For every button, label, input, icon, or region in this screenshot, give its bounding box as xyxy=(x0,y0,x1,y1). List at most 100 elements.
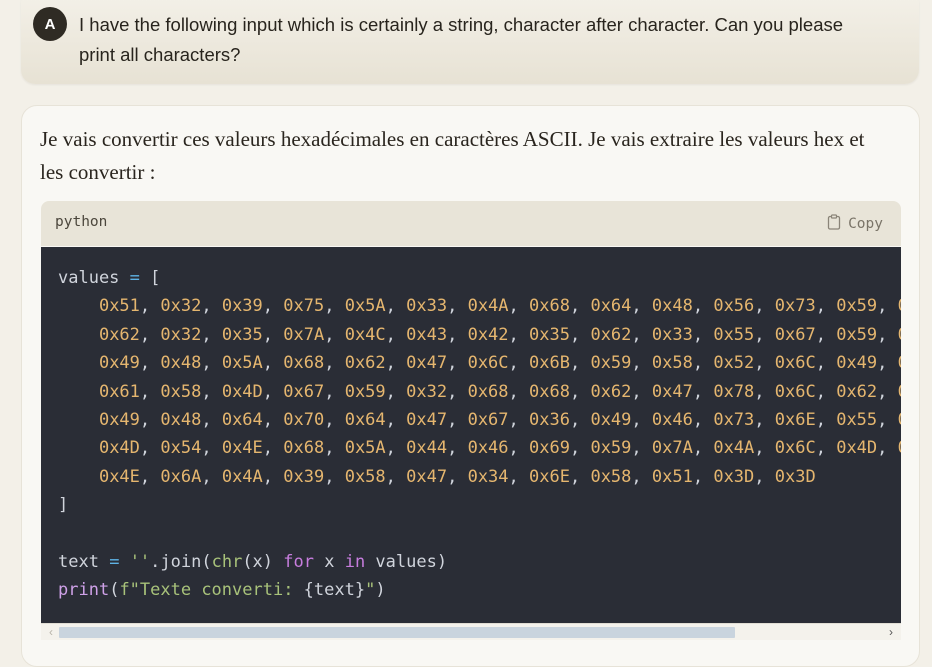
code-language-label: python xyxy=(55,214,108,230)
hex-value: 0x5A xyxy=(221,353,263,374)
copy-button[interactable]: Copy xyxy=(827,214,883,234)
hex-value: 0x6C xyxy=(774,353,816,374)
horizontal-scrollbar[interactable]: ‹ › xyxy=(41,623,901,640)
hex-row: 0x61, 0x58, 0x4D, 0x67, 0x59, 0x32, 0x68… xyxy=(58,382,901,402)
hex-value: 0x64 xyxy=(590,296,632,317)
print-line: print(f"Texte converti: {text}") xyxy=(58,580,386,601)
hex-value: 0x56 xyxy=(713,296,755,317)
hex-value: 0x33 xyxy=(651,324,693,345)
hex-value: 0x42 xyxy=(467,324,509,345)
scroll-right-icon[interactable]: › xyxy=(883,624,899,640)
hex-value: 0x54 xyxy=(160,438,202,459)
assistant-intro-text: Je vais convertir ces valeurs hexadécima… xyxy=(40,127,865,184)
hex-value: 0x49 xyxy=(836,353,878,374)
hex-value: 0 xyxy=(898,296,901,316)
hex-value: 0x73 xyxy=(713,410,755,431)
hex-value: 0x70 xyxy=(283,410,325,431)
hex-value: 0x59 xyxy=(590,438,632,459)
hex-value: 0x47 xyxy=(406,410,448,431)
hex-value: 0x7A xyxy=(651,438,693,459)
hex-value: 0x52 xyxy=(713,353,755,374)
assistant-message: Je vais convertir ces valeurs hexadécima… xyxy=(21,105,920,667)
hex-value: 0x49 xyxy=(98,353,140,374)
hex-value: 0x68 xyxy=(529,296,570,317)
hex-value: 0x4A xyxy=(467,296,509,317)
hex-value: 0x58 xyxy=(590,466,632,487)
hex-value: 0 xyxy=(898,410,901,430)
hex-value: 0x5A xyxy=(344,438,386,459)
hex-value: 0x3D xyxy=(774,466,816,487)
hex-value: 0x34 xyxy=(467,466,509,487)
hex-value: 0x61 xyxy=(98,381,140,402)
hex-value: 0x67 xyxy=(774,324,816,345)
hex-value: 0x3D xyxy=(713,466,755,487)
hex-value: 0x4D xyxy=(98,438,140,459)
user-message: A I have the following input which is ce… xyxy=(21,0,919,84)
hex-value: 0x67 xyxy=(283,381,325,402)
hex-value: 0x4D xyxy=(836,438,878,459)
hex-value: 0x49 xyxy=(590,410,632,431)
hex-value: 0x59 xyxy=(836,296,878,317)
hex-value: 0x67 xyxy=(467,410,509,431)
hex-value: 0x6B xyxy=(529,353,570,374)
hex-value: 0x46 xyxy=(651,410,693,431)
hex-value: 0x62 xyxy=(344,353,386,374)
hex-value: 0x32 xyxy=(406,381,448,402)
scrollbar-thumb[interactable] xyxy=(59,627,735,638)
hex-value: 0x51 xyxy=(651,466,693,487)
hex-row: 0x49, 0x48, 0x64, 0x70, 0x64, 0x47, 0x67… xyxy=(58,410,901,430)
hex-value: 0x47 xyxy=(651,381,693,402)
hex-value: 0x64 xyxy=(221,410,263,431)
values-line: values = [ xyxy=(58,268,161,288)
hex-value: 0x6C xyxy=(774,381,816,402)
hex-value: 0x58 xyxy=(160,381,202,402)
hex-value: 0x62 xyxy=(590,381,632,402)
hex-value: 0x73 xyxy=(774,296,816,317)
hex-value: 0x32 xyxy=(160,296,202,317)
hex-value: 0x35 xyxy=(221,324,263,345)
hex-value: 0x59 xyxy=(836,324,878,345)
hex-value: 0x6C xyxy=(774,438,816,459)
hex-value: 0x6A xyxy=(160,466,202,487)
hex-row: 0x4D, 0x54, 0x4E, 0x68, 0x5A, 0x44, 0x46… xyxy=(58,438,901,458)
hex-value: 0x68 xyxy=(283,438,325,459)
hex-value: 0x59 xyxy=(590,353,632,374)
hex-value: 0x48 xyxy=(160,353,202,374)
clipboard-icon xyxy=(827,214,841,234)
hex-value: 0x58 xyxy=(651,353,693,374)
hex-value: 0x62 xyxy=(98,324,140,345)
closing-bracket: ] xyxy=(58,495,69,516)
hex-row: 0x62, 0x32, 0x35, 0x7A, 0x4C, 0x43, 0x42… xyxy=(58,325,901,345)
hex-value: 0x43 xyxy=(406,324,448,345)
hex-row: 0x4E, 0x6A, 0x4A, 0x39, 0x58, 0x47, 0x34… xyxy=(98,466,816,487)
hex-value: 0x39 xyxy=(283,466,325,487)
join-line: text = ''.join(chr(x) for x in values) xyxy=(58,552,448,573)
hex-value: 0x5A xyxy=(344,296,386,317)
hex-value: 0x55 xyxy=(836,410,878,431)
scroll-left-icon[interactable]: ‹ xyxy=(43,624,59,640)
hex-value: 0x58 xyxy=(344,466,386,487)
hex-value: 0x68 xyxy=(283,353,325,374)
hex-value: 0x62 xyxy=(836,381,878,402)
hex-value: 0x47 xyxy=(406,466,448,487)
hex-value: 0 xyxy=(898,382,901,402)
hex-value: 0x47 xyxy=(406,353,448,374)
hex-value: 0x4A xyxy=(713,438,755,459)
hex-value: 0x39 xyxy=(221,296,263,317)
hex-value: 0x46 xyxy=(467,438,509,459)
hex-value: 0x4E xyxy=(221,438,263,459)
hex-value: 0x6C xyxy=(467,353,509,374)
hex-value: 0x48 xyxy=(651,296,693,317)
hex-value: 0x78 xyxy=(713,381,755,402)
hex-value: 0x33 xyxy=(406,296,448,317)
hex-row: 0x51, 0x32, 0x39, 0x75, 0x5A, 0x33, 0x4A… xyxy=(58,296,901,316)
hex-value: 0x4D xyxy=(221,381,263,402)
hex-value: 0x59 xyxy=(344,381,386,402)
hex-value: 0x4A xyxy=(221,466,263,487)
code-block[interactable]: values = [ 0x51, 0x32, 0x39, 0x75, 0x5A,… xyxy=(41,247,901,623)
hex-value: 0x35 xyxy=(529,324,570,345)
copy-label: Copy xyxy=(848,216,883,232)
hex-value: 0x69 xyxy=(529,438,570,459)
hex-value: 0x68 xyxy=(467,381,509,402)
hex-value: 0x6E xyxy=(529,466,570,487)
